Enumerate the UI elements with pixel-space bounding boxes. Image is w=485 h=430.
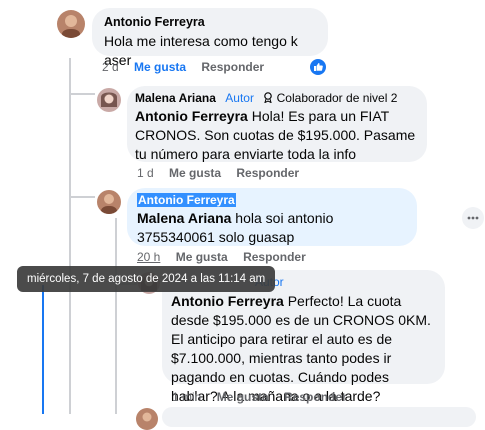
comment-time[interactable]: 1 d (137, 166, 154, 180)
comment-author[interactable]: Antonio Ferreyra (104, 14, 316, 30)
thread-line-main (69, 58, 71, 414)
like-button[interactable]: Me gusta (217, 390, 269, 404)
comment-time[interactable]: 2 d (102, 60, 119, 74)
reply-button[interactable]: Responder (284, 390, 347, 404)
comment-body: Perfecto! La cuota desde $195.000 es de … (171, 293, 431, 404)
like-button[interactable]: Me gusta (134, 60, 186, 74)
mention-link[interactable]: Malena Ariana (137, 210, 231, 226)
reply-button[interactable]: Responder (236, 166, 299, 180)
thread-connector-1 (69, 93, 95, 95)
avatar-image (97, 88, 121, 112)
comment-time[interactable]: 20 h (137, 250, 160, 264)
comment-actions: 2 d Me gusta Responder (102, 60, 276, 74)
comment-bubble: Antonio Ferreyra Hola me interesa como t… (92, 8, 328, 68)
like-reaction-icon[interactable] (310, 59, 326, 75)
avatar[interactable] (97, 88, 121, 112)
comment-actions: 20 h Me gusta Responder (137, 250, 318, 264)
like-button[interactable]: Me gusta (169, 166, 221, 180)
comment-time[interactable]: 1 min (172, 390, 201, 404)
comment-bubble: Malena Ariana Autor Colaborador de nivel… (127, 86, 427, 162)
comment-author[interactable]: Antonio Ferreyra (137, 193, 236, 207)
avatar[interactable] (136, 408, 158, 430)
mention-link[interactable]: Antonio Ferreyra (171, 293, 284, 309)
avatar-image (136, 408, 158, 430)
comment-author[interactable]: Malena Ariana (135, 91, 216, 105)
comment-options-icon[interactable] (462, 207, 484, 229)
contributor-badge-icon (264, 92, 273, 104)
comment-text: Antonio Ferreyra Hola! Es para un FIAT C… (135, 107, 419, 164)
comment-text: Antonio Ferreyra Perfecto! La cuota desd… (171, 292, 436, 406)
author-badge: Autor (225, 91, 254, 105)
avatar-image (97, 190, 121, 214)
reply-button[interactable]: Responder (201, 60, 264, 74)
timestamp-tooltip: miércoles, 7 de agosto de 2024 a las 11:… (17, 266, 276, 292)
avatar[interactable] (97, 190, 121, 214)
comment-actions: 1 d Me gusta Responder (137, 166, 311, 180)
contributor-badge-label: Colaborador de nivel 2 (276, 91, 398, 105)
like-button[interactable]: Me gusta (176, 250, 228, 264)
comment-author-row: Antonio Ferreyra (137, 192, 407, 208)
mention-link[interactable]: Antonio Ferreyra (135, 108, 248, 124)
comment-actions: 1 min Me gusta Responder (172, 390, 359, 404)
thread-connector-2 (69, 196, 95, 198)
thread-line-sub (115, 218, 117, 414)
comment-author-row: Malena Ariana Autor Colaborador de nivel… (135, 90, 419, 106)
comment-text: Malena Ariana hola soi antonio 375534006… (137, 209, 407, 247)
contributor-badge[interactable]: Colaborador de nivel 2 (263, 91, 397, 105)
reply-button[interactable]: Responder (243, 250, 306, 264)
avatar-image (57, 10, 85, 38)
comment-bubble-partial (162, 407, 476, 427)
comment-bubble: Antonio Ferreyra Malena Ariana hola soi … (127, 188, 417, 246)
active-thread-indicator (42, 285, 44, 414)
avatar[interactable] (57, 10, 85, 38)
